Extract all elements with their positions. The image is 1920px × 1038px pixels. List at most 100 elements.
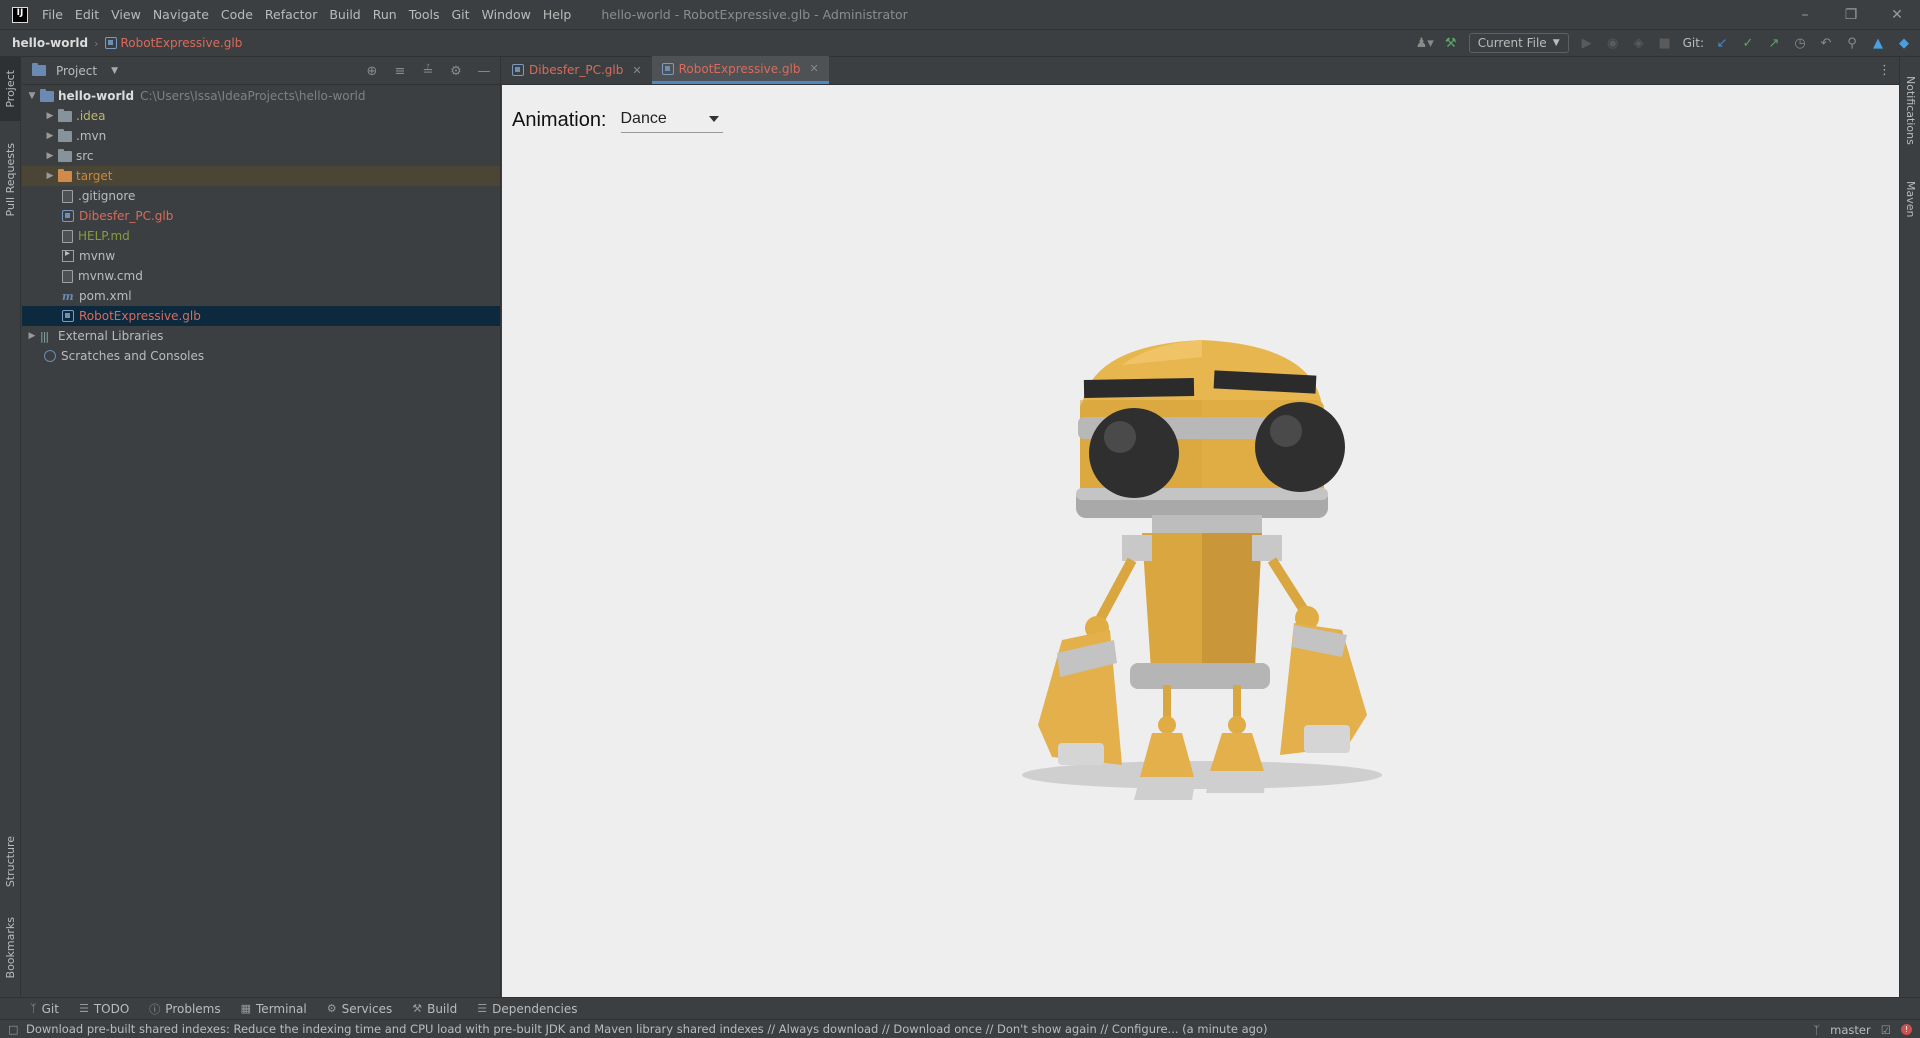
robot-neck <box>1152 515 1262 535</box>
close-icon[interactable]: ✕ <box>1874 0 1920 29</box>
tree-item-label: target <box>76 169 113 183</box>
menu-tools[interactable]: Tools <box>403 0 446 29</box>
run-configuration-dropdown[interactable]: Current File ▼ <box>1468 33 1569 53</box>
problems-tool-button[interactable]: ⓘ Problems <box>149 1001 220 1017</box>
tree-row-mvnw-cmd[interactable]: mvnw.cmd <box>22 266 500 286</box>
expand-all-icon[interactable]: ≡ <box>392 63 408 79</box>
status-bar: □ Download pre-built shared indexes: Red… <box>0 1019 1920 1038</box>
search-icon[interactable]: ⚲ <box>1844 35 1860 51</box>
robot-left-shoulder <box>1122 535 1152 561</box>
animation-selected-value: Dance <box>620 109 667 127</box>
menu-edit[interactable]: Edit <box>69 0 105 29</box>
coverage-icon[interactable]: ◈ <box>1631 35 1647 51</box>
error-indicator-icon[interactable]: ! <box>1901 1024 1912 1035</box>
todo-tool-button[interactable]: ☰ TODO <box>79 1002 129 1016</box>
git-rollback-icon[interactable]: ↶ <box>1818 35 1834 51</box>
maven-tool-button[interactable]: Maven <box>1900 169 1920 229</box>
tree-row-external-libraries[interactable]: ▶ ||| External Libraries <box>22 326 500 346</box>
tree-row-dibesfer[interactable]: Dibesfer_PC.glb <box>22 206 500 226</box>
tree-row-root[interactable]: ▼ hello-world C:\Users\Issa\IdeaProjects… <box>22 86 500 106</box>
robot-3d-model[interactable] <box>1002 285 1402 805</box>
breadcrumb-separator: › <box>94 36 99 50</box>
chevron-right-icon[interactable]: ▶ <box>44 131 56 141</box>
menu-build[interactable]: Build <box>323 0 366 29</box>
close-tab-icon[interactable]: ✕ <box>632 64 641 77</box>
tree-row-scratches[interactable]: Scratches and Consoles <box>22 346 500 366</box>
build-hammer-icon[interactable]: ⚒ <box>1443 35 1459 51</box>
user-icon[interactable]: ♟▾ <box>1416 35 1434 51</box>
project-tool-button[interactable]: Project <box>0 57 21 121</box>
intellij-logo-icon[interactable]: IJ <box>12 6 28 23</box>
git-tool-button[interactable]: ᛉ Git <box>30 1002 59 1016</box>
collapse-all-icon[interactable]: ≟ <box>420 63 436 79</box>
menu-code[interactable]: Code <box>215 0 259 29</box>
menu-file[interactable]: File <box>36 0 69 29</box>
menu-refactor[interactable]: Refactor <box>259 0 323 29</box>
tree-row-pom[interactable]: m pom.xml <box>22 286 500 306</box>
git-update-icon[interactable]: ↙ <box>1714 35 1730 51</box>
git-push-icon[interactable]: ↗ <box>1766 35 1782 51</box>
breadcrumb-file[interactable]: RobotExpressive.glb <box>104 36 243 50</box>
structure-tool-button[interactable]: Structure <box>0 827 21 897</box>
tree-item-label: .mvn <box>76 129 107 143</box>
tree-row-idea[interactable]: ▶ .idea <box>22 106 500 126</box>
chevron-down-icon[interactable]: ▼ <box>111 66 118 76</box>
stop-icon[interactable]: ■ <box>1657 35 1673 51</box>
services-tool-button[interactable]: ⚙ Services <box>327 1002 392 1016</box>
robot-right-eye <box>1255 402 1345 492</box>
select-opened-file-icon[interactable]: ⊕ <box>364 63 380 79</box>
more-tabs-icon[interactable]: ⋮ <box>1878 63 1891 78</box>
animation-select[interactable]: Dance <box>620 107 723 133</box>
tab-robotexpressive[interactable]: RobotExpressive.glb ✕ <box>651 56 829 84</box>
notifications-tool-button[interactable]: Notifications <box>1900 65 1920 155</box>
code-with-me-icon[interactable]: ◆ <box>1896 35 1912 51</box>
left-tool-stripe: Project Pull Requests Structure Bookmark… <box>0 57 21 997</box>
build-tool-button[interactable]: ⚒ Build <box>412 1002 457 1016</box>
toggle-tool-windows-icon[interactable]: □ <box>8 1023 18 1036</box>
terminal-tool-button[interactable]: ▦ Terminal <box>241 1002 307 1016</box>
minimize-icon[interactable]: – <box>1782 0 1828 29</box>
lock-icon[interactable]: ☑ <box>1881 1023 1891 1037</box>
tree-row-robotexpressive[interactable]: RobotExpressive.glb <box>22 306 500 326</box>
tree-row-target[interactable]: ▶ target <box>22 166 500 186</box>
menu-view[interactable]: View <box>105 0 147 29</box>
glb-viewer[interactable]: Animation: Dance <box>502 85 1899 997</box>
git-history-icon[interactable]: ◷ <box>1792 35 1808 51</box>
git-commit-icon[interactable]: ✓ <box>1740 35 1756 51</box>
breadcrumb-file-label: RobotExpressive.glb <box>120 36 243 50</box>
tree-row-gitignore[interactable]: .gitignore <box>22 186 500 206</box>
debug-icon[interactable]: ◉ <box>1605 35 1621 51</box>
chevron-right-icon[interactable]: ▶ <box>44 151 56 161</box>
chevron-right-icon[interactable]: ▶ <box>44 171 56 181</box>
close-tab-icon[interactable]: ✕ <box>809 62 818 75</box>
chevron-right-icon[interactable]: ▶ <box>44 111 56 121</box>
chevron-right-icon[interactable]: ▶ <box>26 331 38 341</box>
tree-row-src[interactable]: ▶ src <box>22 146 500 166</box>
restore-icon[interactable]: ❐ <box>1828 0 1874 29</box>
menu-run[interactable]: Run <box>367 0 403 29</box>
menu-navigate[interactable]: Navigate <box>147 0 215 29</box>
project-view-selector[interactable]: Project <box>56 64 97 78</box>
project-view-icon <box>32 63 46 76</box>
tree-row-mvn[interactable]: ▶ .mvn <box>22 126 500 146</box>
gear-icon[interactable]: ⚙ <box>448 63 464 79</box>
run-icon[interactable]: ▶ <box>1579 35 1595 51</box>
menu-git[interactable]: Git <box>446 0 476 29</box>
chevron-down-icon[interactable]: ▼ <box>26 91 38 101</box>
bookmarks-tool-button[interactable]: Bookmarks <box>0 909 21 987</box>
dependencies-tool-button[interactable]: ☰ Dependencies <box>477 1002 577 1016</box>
tree-row-mvnw[interactable]: mvnw <box>22 246 500 266</box>
breadcrumb-project[interactable]: hello-world <box>12 36 88 50</box>
hide-panel-icon[interactable]: — <box>476 63 492 79</box>
status-message[interactable]: Download pre-built shared indexes: Reduc… <box>26 1022 1267 1036</box>
tab-dibesfer-pc[interactable]: Dibesfer_PC.glb ✕ <box>502 56 652 84</box>
tree-item-label: src <box>76 149 94 163</box>
ide-update-icon[interactable]: ▲ <box>1870 35 1886 51</box>
robot-right-eye-shine <box>1270 415 1302 447</box>
pull-requests-tool-button[interactable]: Pull Requests <box>0 135 21 225</box>
menu-window[interactable]: Window <box>476 0 537 29</box>
menu-help[interactable]: Help <box>537 0 578 29</box>
tree-item-label: RobotExpressive.glb <box>79 309 201 323</box>
tree-row-help[interactable]: HELP.md <box>22 226 500 246</box>
git-branch-widget[interactable]: master <box>1830 1023 1871 1037</box>
